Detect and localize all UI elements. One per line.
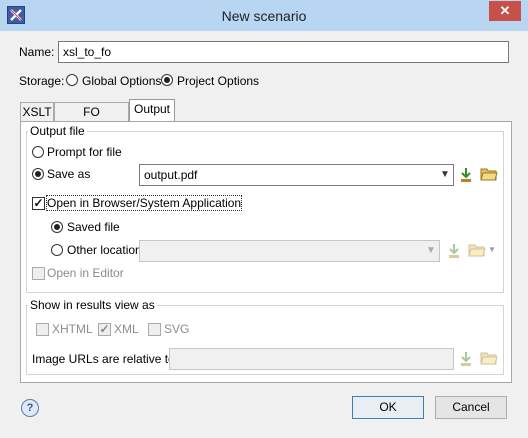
- output-file-group-title: Output file: [28, 124, 87, 138]
- insert-editor-variable-icon[interactable]: [459, 167, 473, 183]
- results-view-group-title: Show in results view as: [28, 298, 157, 312]
- window-title: New scenario: [221, 8, 307, 24]
- xhtml-label: XHTML: [52, 322, 93, 336]
- browse-folder-icon[interactable]: [480, 166, 498, 182]
- project-options-radio[interactable]: [161, 74, 173, 86]
- ok-button[interactable]: OK: [352, 396, 424, 419]
- saved-file-label: Saved file: [67, 220, 120, 234]
- storage-label: Storage:: [19, 74, 65, 88]
- tab-output-label: Output: [133, 102, 171, 116]
- save-as-radio[interactable]: [32, 168, 44, 180]
- xml-label: XML: [114, 322, 139, 336]
- other-location-combo[interactable]: ▼: [139, 240, 440, 262]
- save-as-value: output.pdf: [144, 168, 198, 182]
- cancel-button[interactable]: Cancel: [435, 396, 507, 419]
- browse-folder-icon[interactable]: [480, 350, 498, 366]
- chevron-down-icon: ▼: [426, 245, 436, 256]
- global-options-radio[interactable]: [66, 74, 78, 86]
- other-location-label: Other location: [67, 243, 142, 257]
- global-options-label: Global Options: [82, 74, 162, 88]
- insert-editor-variable-icon[interactable]: [447, 243, 461, 259]
- close-icon: ✕: [499, 3, 511, 18]
- prompt-for-file-radio[interactable]: [32, 146, 44, 158]
- other-location-radio[interactable]: [51, 244, 63, 256]
- tab-xslt-label: XSLT: [22, 105, 52, 119]
- image-urls-input[interactable]: [169, 348, 454, 370]
- open-in-browser-label: Open in Browser/System Application: [45, 195, 243, 211]
- save-as-combo[interactable]: output.pdf ▼: [139, 164, 454, 186]
- name-label: Name:: [19, 45, 55, 59]
- xhtml-checkbox[interactable]: [36, 323, 49, 336]
- xml-checkbox[interactable]: ✓: [98, 323, 111, 336]
- tab-output[interactable]: Output: [129, 99, 175, 123]
- browse-folder-icon[interactable]: [468, 242, 486, 258]
- open-in-editor-label: Open in Editor: [47, 266, 124, 280]
- tab-xslt[interactable]: XSLT: [20, 102, 54, 123]
- prompt-for-file-label: Prompt for file: [47, 145, 122, 159]
- insert-editor-variable-icon[interactable]: [459, 351, 473, 367]
- open-in-browser-checkbox[interactable]: ✓: [32, 197, 45, 210]
- close-button[interactable]: ✕: [489, 1, 521, 21]
- open-in-editor-checkbox[interactable]: [32, 267, 45, 280]
- tab-fo-processor[interactable]: FO Processor: [54, 102, 129, 138]
- saved-file-radio[interactable]: [51, 221, 63, 233]
- svg-label: SVG: [164, 322, 190, 336]
- svg-checkbox[interactable]: [148, 323, 161, 336]
- image-urls-label: Image URLs are relative to:: [32, 352, 179, 366]
- name-input[interactable]: [58, 41, 509, 63]
- project-options-label: Project Options: [177, 74, 260, 88]
- help-icon[interactable]: ?: [21, 399, 39, 417]
- dropdown-arrow-icon[interactable]: ▼: [488, 245, 496, 254]
- chevron-down-icon: ▼: [440, 169, 450, 180]
- save-as-label: Save as: [47, 167, 91, 181]
